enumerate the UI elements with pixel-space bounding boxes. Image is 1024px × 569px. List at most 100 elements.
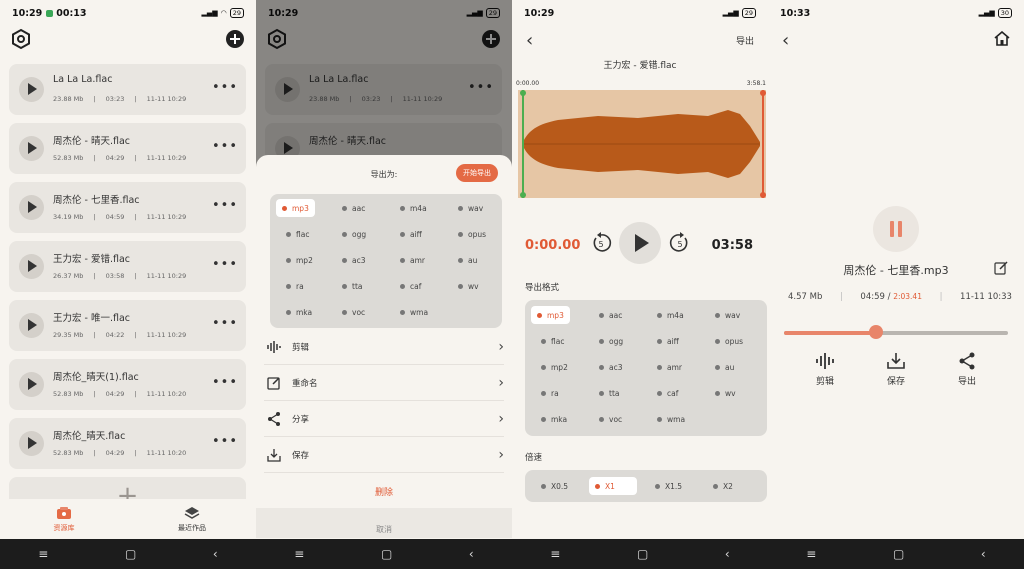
add-icon[interactable] xyxy=(224,28,246,50)
format-option-voc[interactable]: voc xyxy=(336,303,371,321)
format-option-voc[interactable]: voc xyxy=(593,410,628,428)
menu-item-edit[interactable]: 剪辑 › xyxy=(264,329,504,365)
menu-item-share[interactable]: 分享 › xyxy=(264,401,504,437)
seek-handle[interactable] xyxy=(868,325,883,339)
format-option-opus[interactable]: opus xyxy=(452,225,492,243)
format-option-caf[interactable]: caf xyxy=(394,277,427,295)
format-option-aiff[interactable]: aiff xyxy=(651,332,685,350)
play-icon[interactable] xyxy=(19,136,44,161)
tab-library[interactable]: 资源库 xyxy=(0,499,128,539)
format-option-au[interactable]: au xyxy=(452,251,483,269)
format-option-mka[interactable]: mka xyxy=(535,410,573,428)
back-nav-icon[interactable]: ‹ xyxy=(213,547,218,561)
home-icon[interactable] xyxy=(994,31,1010,46)
format-option-ac3[interactable]: ac3 xyxy=(593,358,629,376)
save-button[interactable]: 保存 xyxy=(871,352,921,387)
more-icon[interactable]: ••• xyxy=(212,198,238,213)
list-item[interactable]: 王力宏 - 唯一.flac 29.35 Mb | 04:22 | 11-11 10:… xyxy=(9,300,246,351)
format-option-tta[interactable]: tta xyxy=(336,277,368,295)
play-icon[interactable] xyxy=(19,431,44,456)
play-icon[interactable] xyxy=(19,313,44,338)
play-button[interactable] xyxy=(619,222,661,264)
format-option-mp2[interactable]: mp2 xyxy=(280,251,319,269)
export-link[interactable]: 导出 xyxy=(736,34,754,47)
trim-start-knob-bottom[interactable] xyxy=(520,192,526,198)
more-icon[interactable]: ••• xyxy=(212,80,238,95)
format-option-wav[interactable]: wav xyxy=(452,199,489,217)
trim-end-handle[interactable] xyxy=(762,90,764,198)
more-icon[interactable]: ••• xyxy=(212,434,238,449)
play-icon[interactable] xyxy=(19,77,44,102)
play-icon[interactable] xyxy=(19,372,44,397)
home-nav-icon[interactable]: ▢ xyxy=(893,547,904,561)
format-option-mp2[interactable]: mp2 xyxy=(535,358,574,376)
format-option-mka[interactable]: mka xyxy=(280,303,318,321)
list-item[interactable]: 周杰伦_晴天(1).flac 52.83 Mb | 04:29 | 11-11 10… xyxy=(9,359,246,410)
list-item[interactable]: 周杰伦 - 晴天.flac 52.83 Mb | 04:29 | 11-11 10:… xyxy=(9,123,246,174)
list-item[interactable]: 王力宏 - 爱错.flac 26.37 Mb | 03:58 | 11-11 10:… xyxy=(9,241,246,292)
format-option-amr[interactable]: amr xyxy=(651,358,688,376)
format-option-ac3[interactable]: ac3 xyxy=(336,251,372,269)
home-nav-icon[interactable]: ▢ xyxy=(381,547,392,561)
format-option-caf[interactable]: caf xyxy=(651,384,684,402)
rewind-5-icon[interactable]: 5 xyxy=(590,232,612,254)
trim-end-knob[interactable] xyxy=(760,90,766,96)
format-option-wma[interactable]: wma xyxy=(394,303,434,321)
format-option-mp3[interactable]: mp3 xyxy=(276,199,315,217)
format-option-amr[interactable]: amr xyxy=(394,251,431,269)
format-option-aac[interactable]: aac xyxy=(593,306,628,324)
format-option-au[interactable]: au xyxy=(709,358,740,376)
back-icon[interactable]: ‹ xyxy=(782,30,789,51)
settings-hexagon-icon[interactable] xyxy=(10,28,32,50)
speed-option-2[interactable]: X2 xyxy=(707,477,739,495)
home-nav-icon[interactable]: ▢ xyxy=(125,547,136,561)
speed-option-1-5[interactable]: X1.5 xyxy=(649,477,688,495)
menu-item-save[interactable]: 保存 › xyxy=(264,437,504,473)
cancel-button[interactable]: 取消 xyxy=(256,508,512,538)
more-icon[interactable]: ••• xyxy=(212,139,238,154)
back-nav-icon[interactable]: ‹ xyxy=(469,547,474,561)
format-option-ra[interactable]: ra xyxy=(535,384,565,402)
waveform[interactable] xyxy=(518,90,766,198)
format-option-m4a[interactable]: m4a xyxy=(394,199,433,217)
more-icon[interactable]: ••• xyxy=(212,316,238,331)
speed-option-1[interactable]: X1 xyxy=(589,477,637,495)
more-icon[interactable]: ••• xyxy=(212,257,238,272)
format-option-ra[interactable]: ra xyxy=(280,277,310,295)
format-option-wav[interactable]: wav xyxy=(709,306,746,324)
list-item[interactable]: 周杰伦_晴天.flac 52.83 Mb | 04:29 | 11-11 10:20… xyxy=(9,418,246,469)
format-option-flac[interactable]: flac xyxy=(280,225,315,243)
pause-button[interactable] xyxy=(873,206,919,252)
play-icon[interactable] xyxy=(19,254,44,279)
format-option-wma[interactable]: wma xyxy=(651,410,691,428)
format-option-ogg[interactable]: ogg xyxy=(336,225,372,243)
clip-button[interactable]: 剪辑 xyxy=(800,352,850,387)
more-icon[interactable]: ••• xyxy=(212,375,238,390)
tab-recent[interactable]: 最近作品 xyxy=(128,499,256,539)
export-button[interactable]: 导出 xyxy=(942,352,992,387)
play-icon[interactable] xyxy=(19,195,44,220)
back-nav-icon[interactable]: ‹ xyxy=(725,547,730,561)
back-icon[interactable]: ‹ xyxy=(526,30,533,51)
menu-nav-icon[interactable]: ≡ xyxy=(550,547,560,561)
format-option-ogg[interactable]: ogg xyxy=(593,332,629,350)
trim-start-handle[interactable] xyxy=(522,90,524,198)
format-option-wv[interactable]: wv xyxy=(709,384,742,402)
delete-button[interactable]: 删除 xyxy=(256,485,512,498)
format-option-opus[interactable]: opus xyxy=(709,332,749,350)
format-option-mp3[interactable]: mp3 xyxy=(531,306,570,324)
waveform-area[interactable] xyxy=(518,90,766,198)
edit-icon[interactable] xyxy=(994,261,1008,275)
speed-option-0-5[interactable]: X0.5 xyxy=(535,477,574,495)
forward-5-icon[interactable]: 5 xyxy=(669,232,691,254)
trim-start-knob[interactable] xyxy=(520,90,526,96)
format-option-aiff[interactable]: aiff xyxy=(394,225,428,243)
list-item[interactable]: La La La.flac 23.88 Mb | 03:23 | 11-11 10:… xyxy=(9,64,246,115)
format-option-tta[interactable]: tta xyxy=(593,384,625,402)
home-nav-icon[interactable]: ▢ xyxy=(637,547,648,561)
menu-item-rename[interactable]: 重命名 › xyxy=(264,365,504,401)
back-nav-icon[interactable]: ‹ xyxy=(981,547,986,561)
menu-nav-icon[interactable]: ≡ xyxy=(806,547,816,561)
format-option-wv[interactable]: wv xyxy=(452,277,485,295)
menu-nav-icon[interactable]: ≡ xyxy=(294,547,304,561)
